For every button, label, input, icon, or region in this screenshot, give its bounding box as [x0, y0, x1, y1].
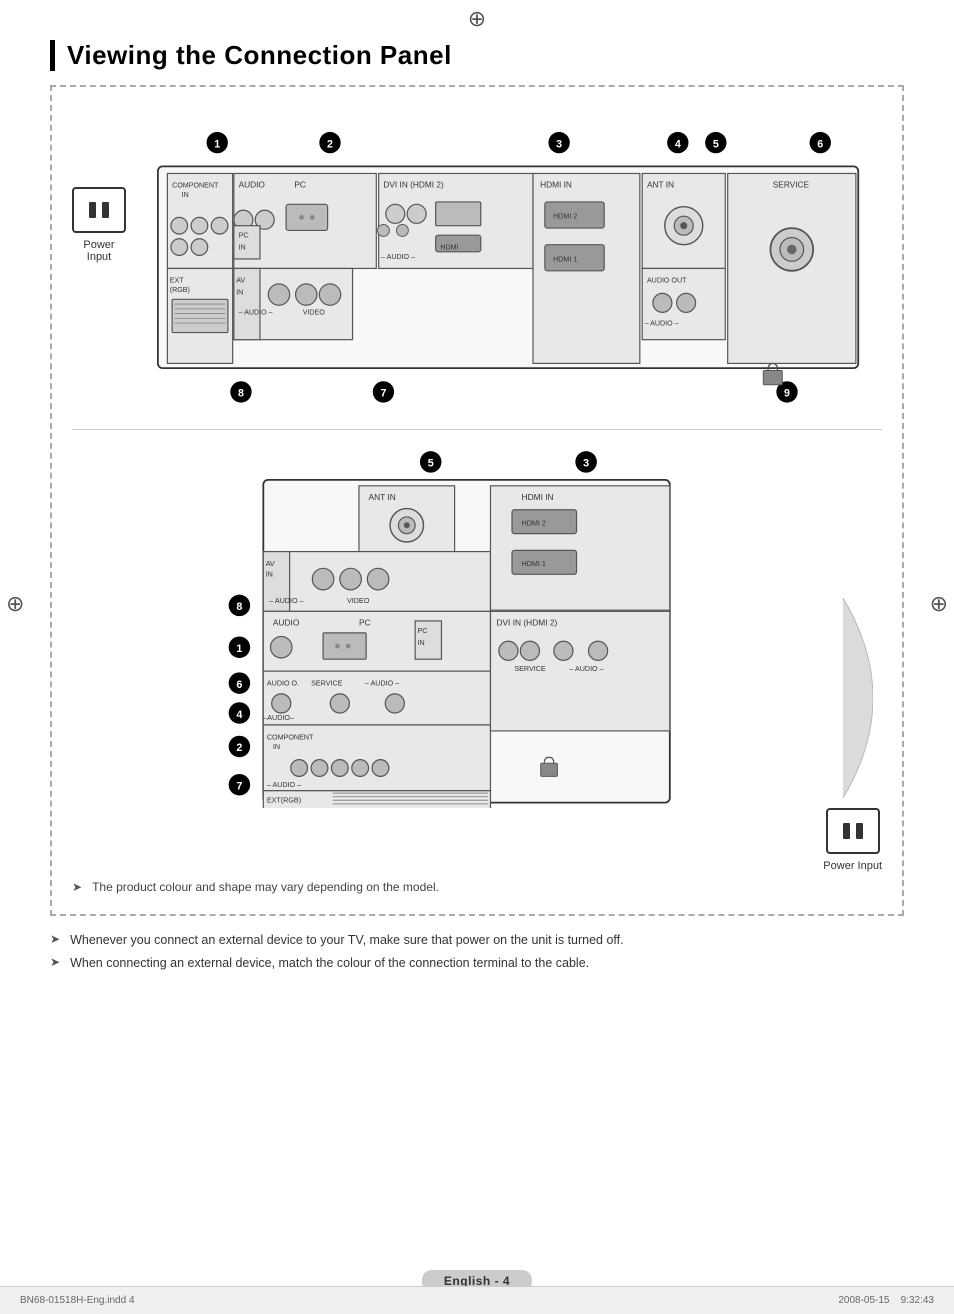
svg-text:SERVICE: SERVICE	[311, 679, 343, 687]
svg-text:HDMI IN: HDMI IN	[540, 180, 572, 190]
main-content-box: Power Input 1 2 3	[50, 85, 904, 916]
tv-edge-right: Power Input	[823, 438, 882, 872]
svg-text:PC: PC	[418, 627, 428, 635]
svg-text:1: 1	[214, 138, 220, 150]
power-label-bottom: Power Input	[823, 860, 882, 872]
tv-back-panel-top: 1 2 3 4 5 6	[146, 107, 882, 419]
svg-text:7: 7	[380, 388, 386, 400]
svg-text:HDMI IN: HDMI IN	[522, 492, 554, 502]
pin-right	[102, 202, 109, 218]
svg-text:AUDIO: AUDIO	[239, 180, 266, 190]
power-plug-icon-top	[72, 187, 126, 233]
svg-text:HDMI: HDMI	[440, 243, 458, 251]
svg-text:PC: PC	[239, 232, 249, 240]
page-container: ⊕ ⊕ ⊕ ⊕ Viewing the Connection Panel Pow…	[0, 0, 954, 1314]
svg-text:HDMI 1: HDMI 1	[522, 560, 546, 568]
svg-text:ANT IN: ANT IN	[647, 180, 674, 190]
svg-text:IN: IN	[239, 243, 246, 251]
svg-text:– AUDIO –: – AUDIO –	[645, 319, 679, 327]
footer-notes: ➤ Whenever you connect an external devic…	[50, 930, 904, 973]
doc-date-time: 2008-05-15 9:32:43	[838, 1295, 934, 1306]
doc-footer: BN68-01518H-Eng.indd 4 2008-05-15 9:32:4…	[0, 1286, 954, 1314]
svg-text:3: 3	[583, 457, 589, 469]
svg-text:DVI IN (HDMI 2): DVI IN (HDMI 2)	[383, 180, 444, 190]
svg-text:HDMI 1: HDMI 1	[553, 255, 577, 263]
note1-arrow: ➤	[50, 930, 60, 949]
svg-text:– AUDIO –: – AUDIO –	[267, 781, 301, 789]
svg-text:4: 4	[675, 138, 681, 150]
power-input-right: Power Input	[823, 808, 882, 872]
svg-text:AUDIO O.: AUDIO O.	[267, 679, 299, 687]
diagram-top: Power Input 1 2 3	[72, 107, 882, 419]
svg-text:IN: IN	[266, 570, 273, 578]
pin-left-2	[843, 823, 850, 839]
svg-text:AUDIO OUT: AUDIO OUT	[647, 277, 687, 285]
svg-text:6: 6	[817, 138, 823, 150]
svg-text:HDMI 2: HDMI 2	[522, 519, 546, 527]
note2-arrow: ➤	[50, 953, 60, 972]
svg-text:8: 8	[236, 601, 242, 613]
svg-text:PC: PC	[359, 617, 371, 627]
pin-left	[89, 202, 96, 218]
crosshair-top: ⊕	[468, 6, 486, 32]
footer-note-1: ➤ Whenever you connect an external devic…	[50, 930, 904, 950]
svg-text:6: 6	[236, 679, 242, 691]
crosshair-right: ⊕	[930, 591, 948, 617]
svg-text:PC: PC	[294, 180, 306, 190]
note2-text: When connecting an external device, matc…	[70, 953, 589, 973]
note-shape: ➤ The product colour and shape may vary …	[72, 872, 882, 898]
svg-text:ANT IN: ANT IN	[369, 492, 396, 502]
svg-text:5: 5	[428, 457, 434, 469]
svg-text:– AUDIO –: – AUDIO –	[569, 665, 603, 673]
svg-text:1: 1	[236, 643, 242, 655]
svg-text:EXT: EXT	[170, 277, 184, 285]
pin-right-2	[856, 823, 863, 839]
svg-text:8: 8	[238, 388, 244, 400]
svg-text:SERVICE: SERVICE	[514, 665, 546, 673]
svg-text:– AUDIO –: – AUDIO –	[381, 253, 415, 261]
power-input-left: Power Input	[72, 187, 126, 263]
crosshair-left: ⊕	[6, 591, 24, 617]
svg-text:IN: IN	[236, 289, 243, 297]
note-arrow: ➤	[72, 880, 82, 894]
side-panel-svg: 8 1 6 4 2 7 5 3	[72, 438, 813, 809]
power-plug-icon-bottom	[826, 808, 880, 854]
svg-text:– AUDIO –: – AUDIO –	[239, 309, 273, 317]
doc-filename: BN68-01518H-Eng.indd 4	[20, 1295, 135, 1306]
svg-text:– AUDIO –: – AUDIO –	[269, 597, 303, 605]
svg-text:DVI IN (HDMI 2): DVI IN (HDMI 2)	[496, 617, 557, 627]
svg-text:SERVICE: SERVICE	[773, 180, 810, 190]
svg-text:2: 2	[327, 138, 333, 150]
svg-text:IN: IN	[418, 638, 425, 646]
note-shape-text: The product colour and shape may vary de…	[92, 880, 439, 894]
svg-text:9: 9	[784, 388, 790, 400]
svg-text:EXT(RGB): EXT(RGB)	[267, 796, 301, 804]
svg-text:COMPONENT: COMPONENT	[267, 733, 314, 741]
svg-text:– AUDIO –: – AUDIO –	[365, 679, 399, 687]
curved-bracket-svg	[833, 598, 873, 798]
back-panel-svg-top: 1 2 3 4 5 6	[146, 107, 882, 416]
note1-text: Whenever you connect an external device …	[70, 930, 624, 950]
svg-text:VIDEO: VIDEO	[303, 309, 326, 317]
svg-text:4: 4	[236, 708, 242, 720]
svg-text:3: 3	[556, 138, 562, 150]
svg-text:COMPONENT: COMPONENT	[172, 182, 219, 190]
svg-text:–AUDIO–: –AUDIO–	[263, 714, 294, 722]
power-label-top: Power Input	[72, 239, 126, 263]
svg-text:7: 7	[236, 780, 242, 792]
svg-text:2: 2	[236, 742, 242, 754]
footer-note-2: ➤ When connecting an external device, ma…	[50, 953, 904, 973]
svg-text:5: 5	[713, 138, 719, 150]
svg-text:(RGB): (RGB)	[170, 286, 190, 294]
svg-text:AUDIO: AUDIO	[273, 617, 300, 627]
svg-text:AV: AV	[236, 277, 245, 285]
svg-text:AV: AV	[266, 560, 275, 568]
page-title: Viewing the Connection Panel	[50, 40, 904, 71]
svg-text:VIDEO: VIDEO	[347, 597, 370, 605]
svg-text:HDMI 2: HDMI 2	[553, 213, 577, 221]
svg-text:IN: IN	[273, 743, 280, 751]
svg-text:IN: IN	[182, 191, 189, 199]
diagram-bottom: 8 1 6 4 2 7 5 3	[72, 438, 882, 872]
tv-side-panel: 8 1 6 4 2 7 5 3	[72, 438, 813, 812]
